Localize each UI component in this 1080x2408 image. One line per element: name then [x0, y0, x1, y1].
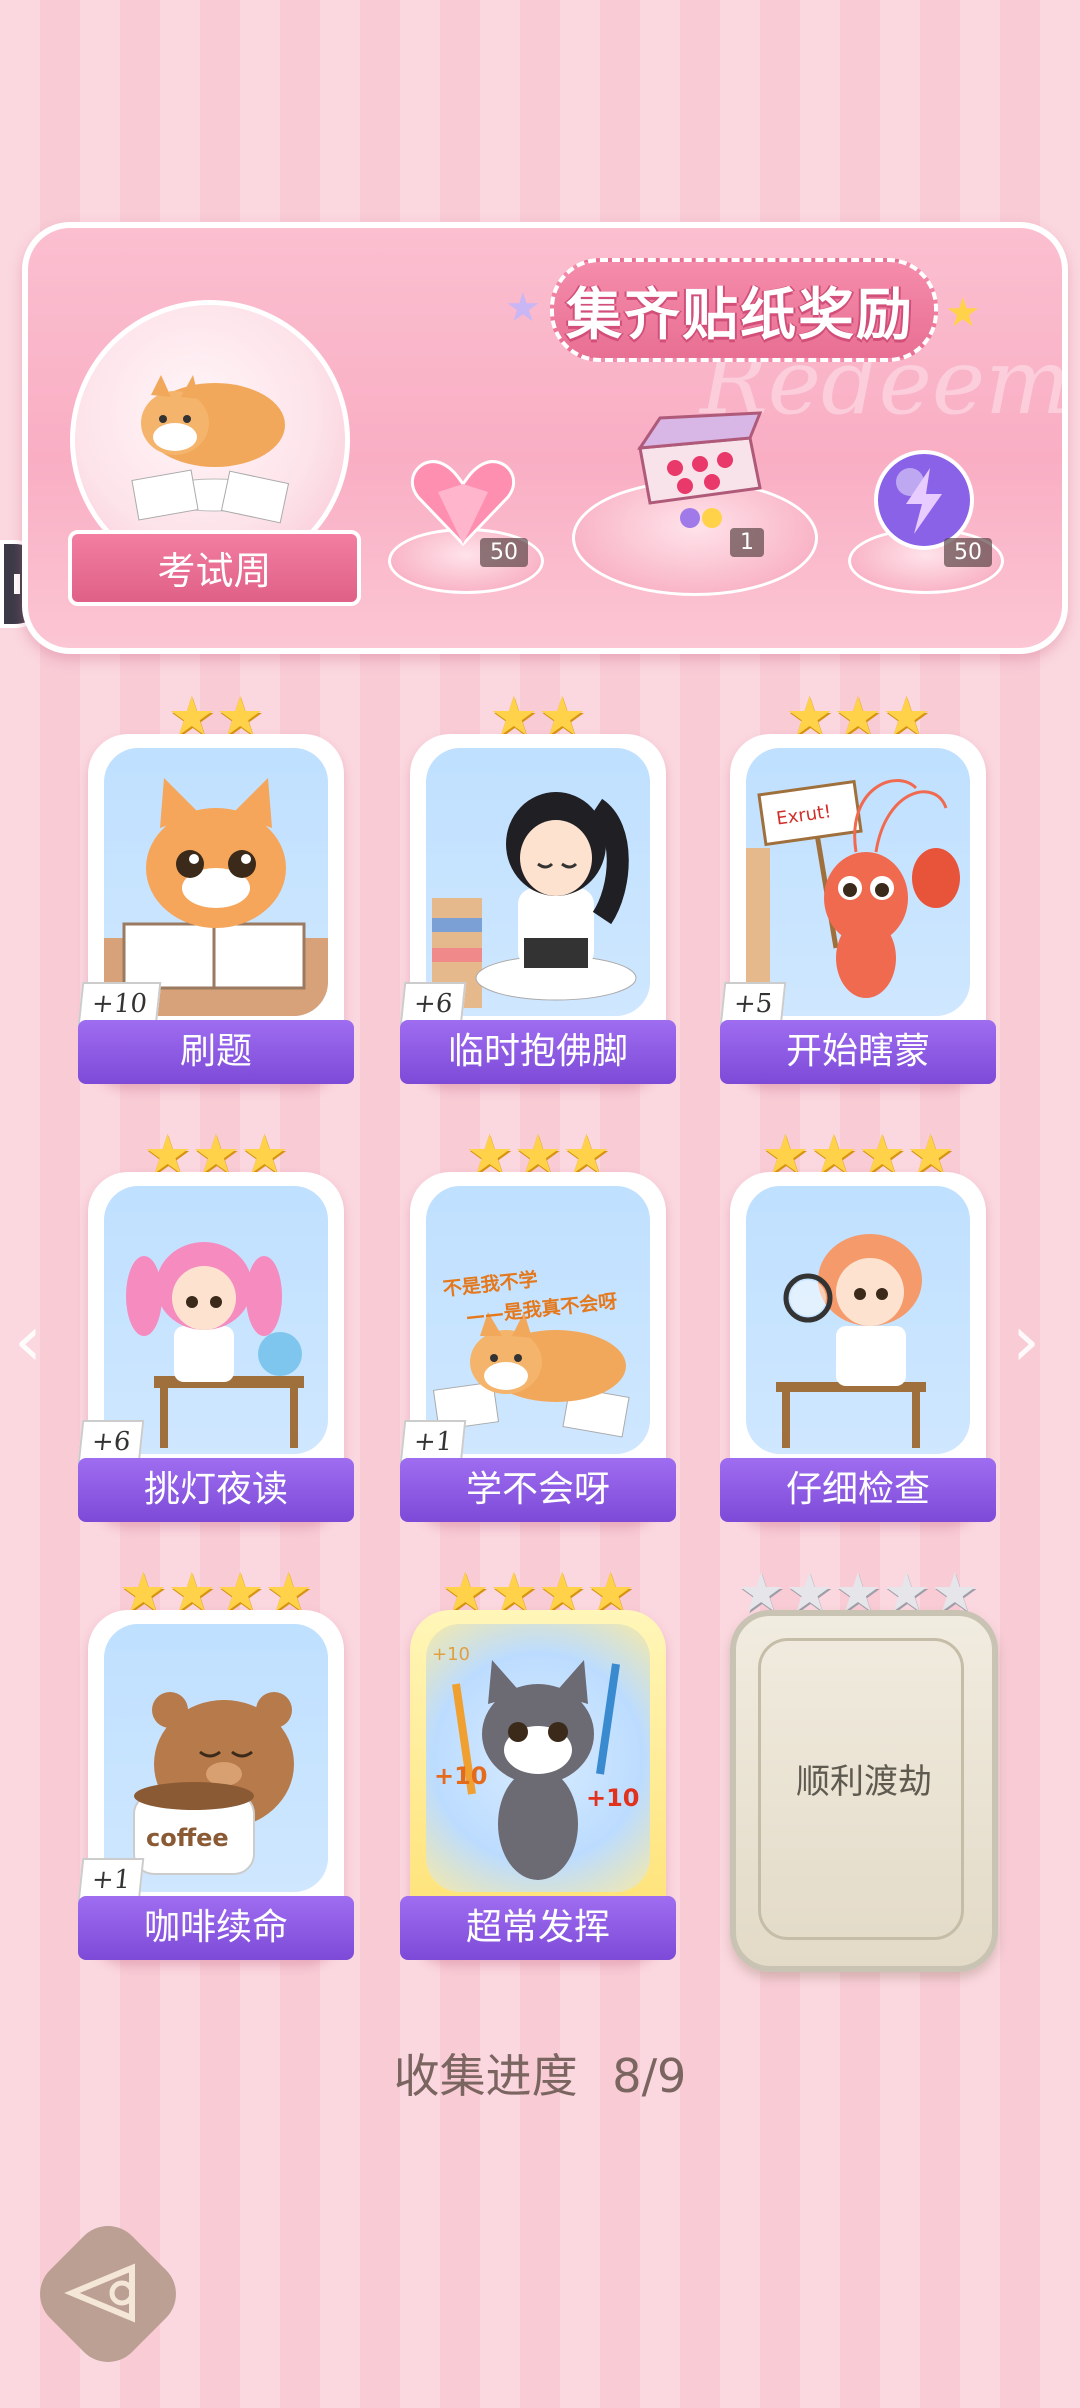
- girl-magnifier-icon: [776, 1234, 926, 1448]
- card-label: 开始瞎蒙: [720, 1020, 996, 1084]
- card-image: Exrut!: [746, 748, 970, 1016]
- sticker-card[interactable]: 不是我不学 ——是我真不会呀 +1 学不会呀: [399, 1172, 676, 1522]
- sparkle-star-icon: ★: [505, 285, 541, 331]
- back-arrow-icon: [62, 2258, 152, 2332]
- sticker-card[interactable]: coffee +1 咖啡续命: [77, 1610, 354, 1960]
- svg-text:+10: +10: [432, 1644, 470, 1665]
- heart-gem-icon: [410, 460, 516, 547]
- bear-coffee-icon: coffee: [133, 1692, 294, 1875]
- card-image: [104, 748, 328, 1016]
- card-image: [104, 1186, 328, 1454]
- reward-count: 50: [944, 538, 992, 567]
- shrimp-sign-icon: Exrut!: [746, 779, 960, 1016]
- girl-desk-icon: [126, 1242, 304, 1448]
- collection-progress: 收集进度 8/9: [0, 2040, 1080, 2106]
- sticker-card[interactable]: +10 刷题: [77, 734, 354, 1084]
- girl-praying-icon: [432, 792, 637, 1008]
- reward-gift[interactable]: [620, 408, 770, 532]
- sticker-card[interactable]: Exrut! +5 开始瞎蒙: [719, 734, 996, 1084]
- card-image: [426, 748, 650, 1016]
- progress-label: 收集进度: [393, 2049, 578, 2103]
- svg-text:coffee: coffee: [146, 1824, 229, 1852]
- card-image: coffee: [104, 1624, 328, 1892]
- card-image: [746, 1186, 970, 1454]
- banner-title: 集齐贴纸奖励: [566, 283, 914, 348]
- sparkle-star-icon: ★: [945, 290, 981, 336]
- next-page-arrow[interactable]: ›: [1012, 1300, 1040, 1382]
- card-label: 刷题: [78, 1020, 354, 1084]
- reward-count: 1: [730, 528, 764, 557]
- card-image: +10 +10 +10: [426, 1624, 650, 1892]
- card-label: 超常发挥: [400, 1896, 676, 1960]
- locked-sticker-card[interactable]: 顺利渡劫: [730, 1610, 998, 1972]
- sticker-card[interactable]: +10 +10 +10 超常发挥: [400, 1610, 676, 1960]
- lightning-orb-icon: [874, 450, 974, 550]
- progress-value: 8/9: [612, 2049, 687, 2103]
- card-label: 临时抱佛脚: [400, 1020, 676, 1084]
- svg-text:+10: +10: [586, 1784, 640, 1812]
- sticker-card[interactable]: 仔细检查: [720, 1172, 996, 1522]
- previous-page-arrow[interactable]: ‹: [14, 1300, 42, 1382]
- card-label: 学不会呀: [400, 1458, 676, 1522]
- card-label: 挑灯夜读: [78, 1458, 354, 1522]
- cat-reading-icon: [104, 778, 328, 1016]
- reward-count: 50: [480, 538, 528, 567]
- cat-pencils-icon: +10 +10 +10: [432, 1644, 640, 1880]
- gift-box-icon: [637, 411, 763, 528]
- card-label: 咖啡续命: [78, 1896, 354, 1960]
- svg-text:+10: +10: [434, 1762, 488, 1790]
- sticker-card[interactable]: +6 临时抱佛脚: [399, 734, 676, 1084]
- card-label: 顺利渡劫: [796, 1762, 932, 1802]
- card-label: 仔细检查: [720, 1458, 996, 1522]
- theme-label: 考试周: [157, 549, 272, 593]
- sticker-card[interactable]: +6 挑灯夜读: [77, 1172, 354, 1522]
- card-image: 不是我不学 ——是我真不会呀: [426, 1186, 650, 1454]
